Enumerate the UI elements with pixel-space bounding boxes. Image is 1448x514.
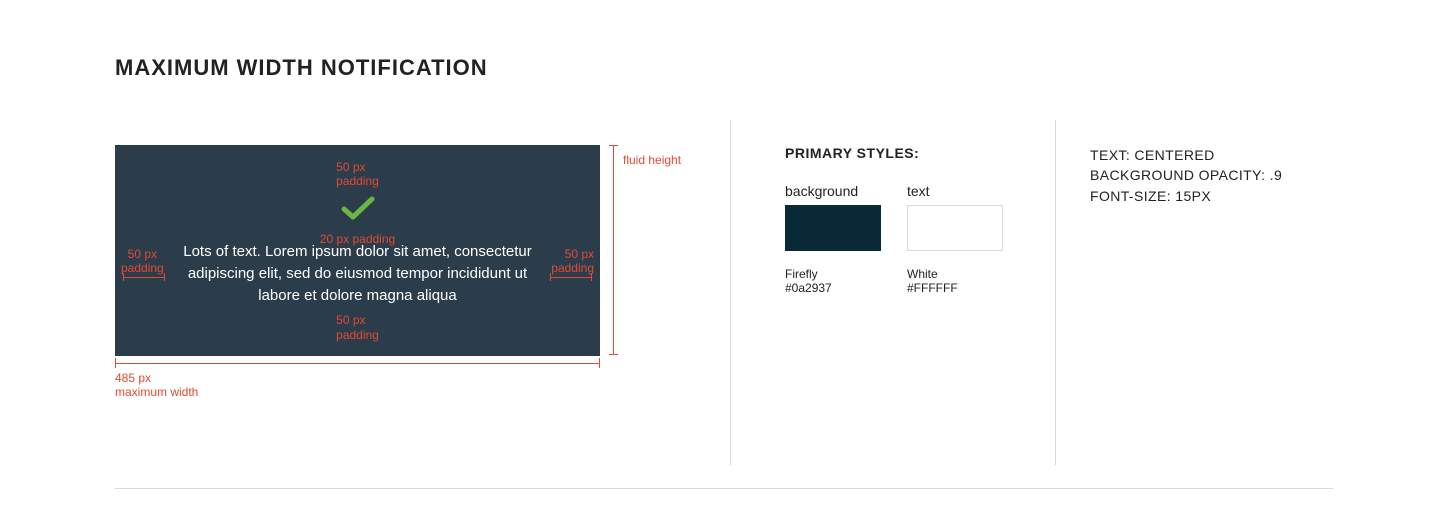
column-divider-1 bbox=[730, 120, 731, 465]
annotation-padding-right: 50 px padding bbox=[551, 247, 594, 276]
dimension-width bbox=[115, 363, 600, 364]
swatch-col-text: text White #FFFFFF bbox=[907, 183, 1003, 295]
annotation-padding-left: 50 px padding bbox=[121, 247, 164, 276]
column-divider-2 bbox=[1055, 120, 1056, 465]
dimension-height bbox=[613, 145, 614, 355]
style-rules-block: TEXT: CENTERED BACKGROUND OPACITY: .9 FO… bbox=[1090, 145, 1390, 206]
swatch-hex-text: #FFFFFF bbox=[907, 281, 1003, 295]
swatch-label-text: text bbox=[907, 183, 1003, 199]
swatch-text bbox=[907, 205, 1003, 251]
design-spec-page: MAXIMUM WIDTH NOTIFICATION 50 px padding… bbox=[0, 0, 1448, 514]
style-rule-font-size: FONT-SIZE: 15PX bbox=[1090, 186, 1390, 206]
annotation-max-width: 485 px maximum width bbox=[115, 371, 198, 400]
bracket-left bbox=[123, 277, 165, 278]
swatch-caption-text: White #FFFFFF bbox=[907, 267, 1003, 295]
annotation-padding-top: 50 px padding bbox=[336, 160, 379, 189]
style-rule-text-centered: TEXT: CENTERED bbox=[1090, 145, 1390, 165]
style-rule-background-opacity: BACKGROUND OPACITY: .9 bbox=[1090, 165, 1390, 185]
swatch-name-background: Firefly bbox=[785, 267, 818, 281]
swatch-background bbox=[785, 205, 881, 251]
swatch-row: background Firefly #0a2937 text White #F… bbox=[785, 183, 1025, 295]
swatch-name-text: White bbox=[907, 267, 938, 281]
swatch-label-background: background bbox=[785, 183, 881, 199]
notification-body-text: Lots of text. Lorem ipsum dolor sit amet… bbox=[165, 241, 550, 306]
annotation-icon-gap: 20 px padding bbox=[320, 232, 395, 246]
checkmark-icon bbox=[341, 195, 375, 221]
notification-card: 50 px padding 20 px padding Lots of text… bbox=[115, 145, 600, 356]
primary-styles-block: PRIMARY STYLES: background Firefly #0a29… bbox=[785, 145, 1025, 295]
section-divider bbox=[115, 488, 1333, 489]
bracket-right bbox=[550, 277, 592, 278]
notification-spec: 50 px padding 20 px padding Lots of text… bbox=[115, 145, 715, 356]
annotation-fluid-height: fluid height bbox=[623, 153, 681, 167]
swatch-caption-background: Firefly #0a2937 bbox=[785, 267, 881, 295]
swatch-hex-background: #0a2937 bbox=[785, 281, 881, 295]
section-heading: MAXIMUM WIDTH NOTIFICATION bbox=[115, 55, 488, 81]
swatch-col-background: background Firefly #0a2937 bbox=[785, 183, 881, 295]
annotation-padding-bottom: 50 px padding bbox=[336, 313, 379, 342]
primary-styles-title: PRIMARY STYLES: bbox=[785, 145, 1025, 161]
